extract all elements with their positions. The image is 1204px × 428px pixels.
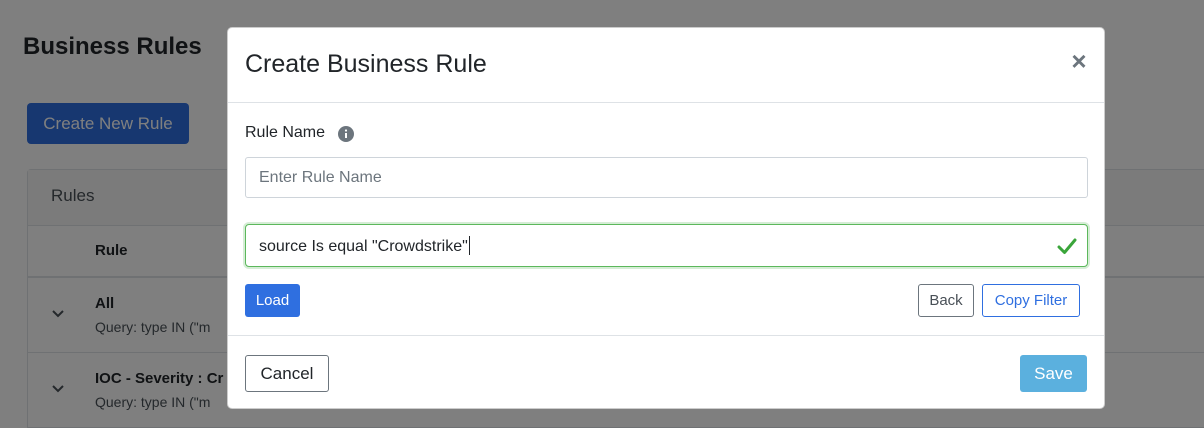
check-icon xyxy=(1057,238,1077,254)
create-business-rule-modal: Create Business Rule × Rule Name source … xyxy=(227,27,1105,409)
back-button[interactable]: Back xyxy=(918,284,974,317)
copy-filter-button[interactable]: Copy Filter xyxy=(982,284,1080,317)
close-button[interactable]: × xyxy=(1064,46,1094,76)
info-icon[interactable] xyxy=(338,126,354,142)
modal-title: Create Business Rule xyxy=(245,50,487,78)
cancel-button[interactable]: Cancel xyxy=(245,355,329,392)
modal-footer: Cancel Save xyxy=(228,335,1104,408)
modal-header: Create Business Rule × xyxy=(228,28,1104,103)
rule-name-input[interactable] xyxy=(245,157,1088,198)
filter-query-text: source Is equal "Crowdstrike" xyxy=(259,236,470,256)
save-button[interactable]: Save xyxy=(1020,355,1087,392)
text-cursor xyxy=(468,236,470,255)
close-icon: × xyxy=(1071,45,1087,76)
rule-name-label: Rule Name xyxy=(245,124,326,141)
load-button[interactable]: Load xyxy=(245,284,300,317)
filter-query-input[interactable]: source Is equal "Crowdstrike" xyxy=(245,224,1088,267)
filter-query-value: source Is equal "Crowdstrike" xyxy=(259,238,468,255)
